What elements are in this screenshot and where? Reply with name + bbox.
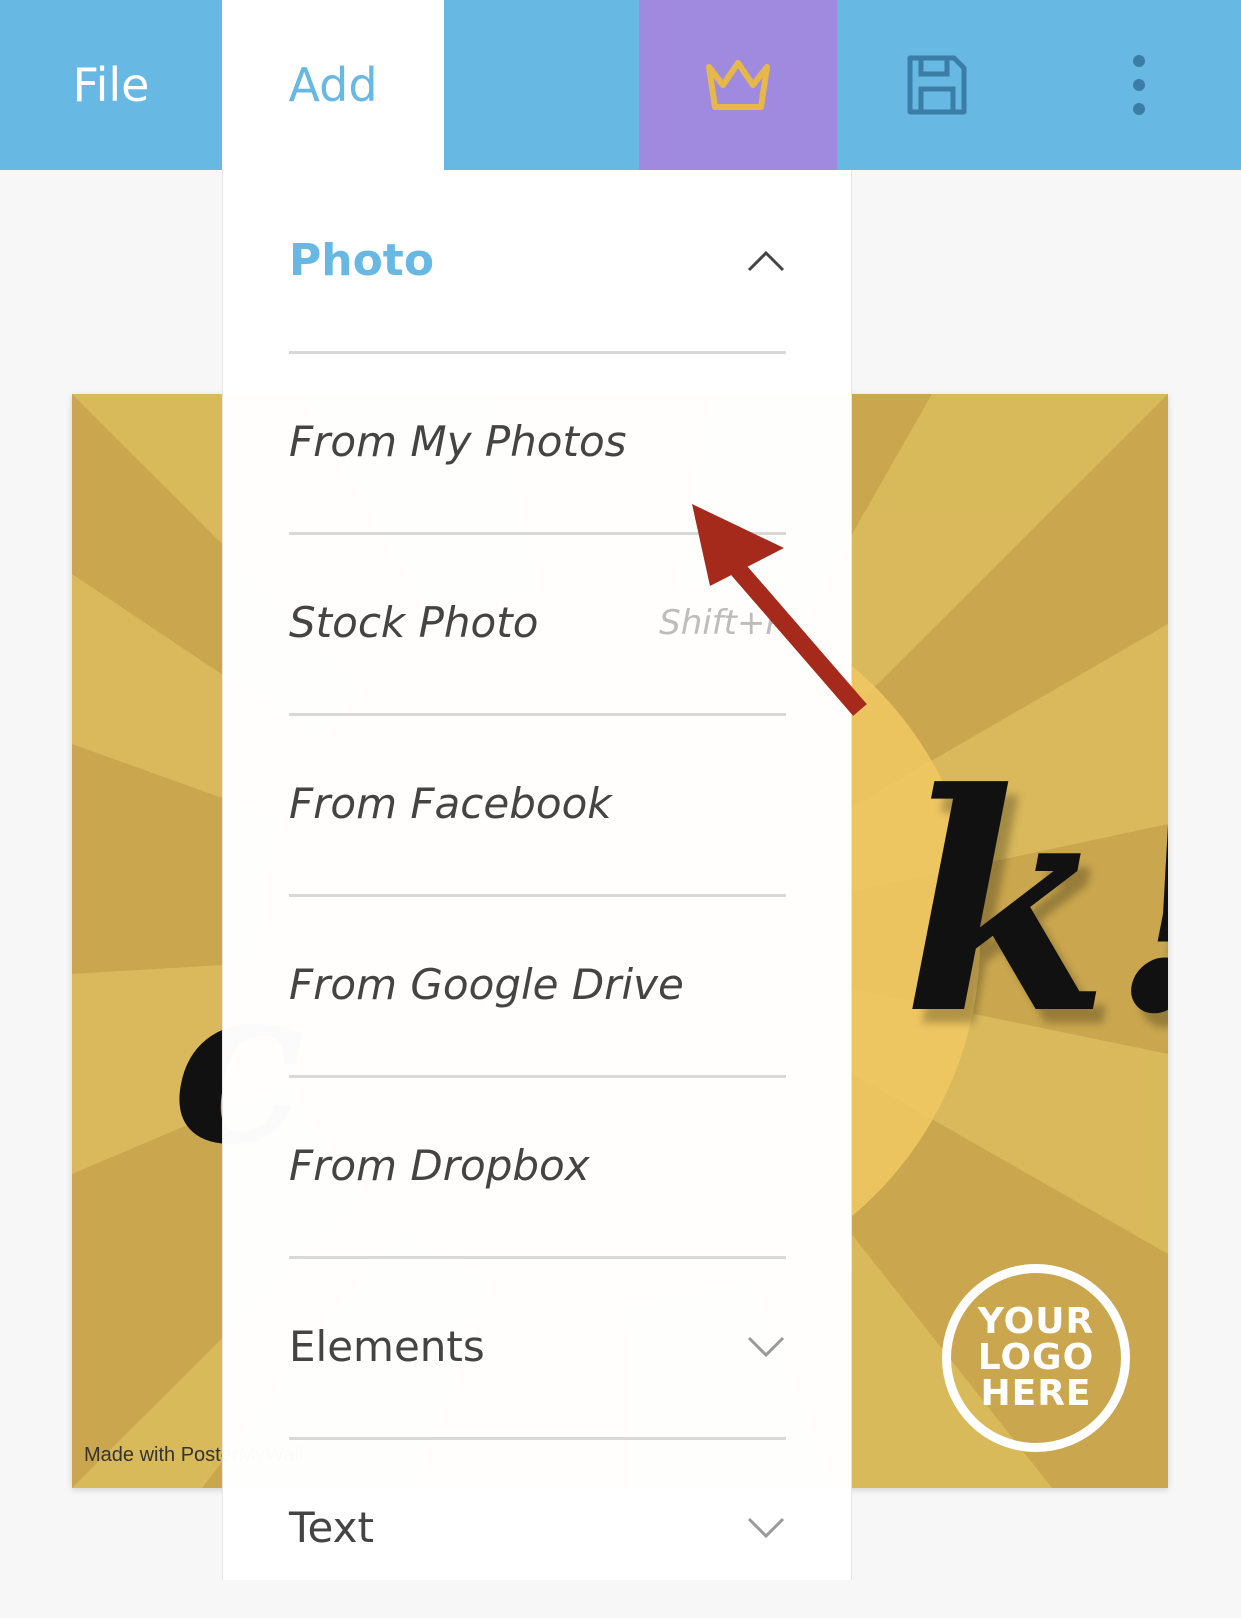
- text-section-header[interactable]: Text: [289, 1437, 786, 1618]
- photo-section-label: Photo: [289, 235, 435, 286]
- floppy-disk-icon: [907, 55, 967, 115]
- menu-item-label: From Dropbox: [289, 1141, 590, 1190]
- photo-section-header[interactable]: Photo: [289, 170, 786, 354]
- menu-item-label: From My Photos: [289, 417, 627, 466]
- top-toolbar: File Add: [0, 0, 1241, 170]
- add-menu-tab[interactable]: Add: [222, 0, 444, 170]
- menu-item-from-dropbox[interactable]: From Dropbox: [289, 1075, 786, 1259]
- text-section-label: Text: [289, 1503, 374, 1552]
- premium-button[interactable]: [639, 0, 837, 170]
- chevron-down-icon: [747, 1517, 785, 1538]
- file-menu-label: File: [72, 58, 150, 112]
- logo-line-2: LOGO: [977, 1337, 1095, 1378]
- menu-item-from-facebook[interactable]: From Facebook: [289, 713, 786, 897]
- menu-item-label: From Facebook: [289, 779, 612, 828]
- elements-section-label: Elements: [289, 1322, 485, 1371]
- save-button[interactable]: [837, 0, 1037, 170]
- logo-line-3: HERE: [980, 1373, 1092, 1414]
- crown-icon: [706, 60, 770, 110]
- chevron-down-icon: [747, 1336, 785, 1357]
- menu-item-label: From Google Drive: [289, 960, 684, 1009]
- file-menu-tab[interactable]: File: [0, 0, 222, 170]
- menu-item-label: Stock Photo: [289, 598, 539, 647]
- add-menu-label: Add: [288, 58, 378, 112]
- menu-item-from-google-drive[interactable]: From Google Drive: [289, 894, 786, 1078]
- more-options-button[interactable]: [1037, 0, 1241, 170]
- logo-line-1: YOUR: [977, 1301, 1095, 1342]
- add-dropdown-menu: Photo From My Photos Stock Photo Shift+P…: [222, 170, 852, 1580]
- poster-headline-fragment: k!: [902, 727, 1168, 1080]
- vertical-dots-icon: [1133, 55, 1145, 115]
- chevron-up-icon: [747, 250, 785, 271]
- elements-section-header[interactable]: Elements: [289, 1256, 786, 1440]
- logo-placeholder[interactable]: YOUR LOGO HERE: [942, 1264, 1130, 1452]
- annotation-arrow-icon: [692, 504, 867, 716]
